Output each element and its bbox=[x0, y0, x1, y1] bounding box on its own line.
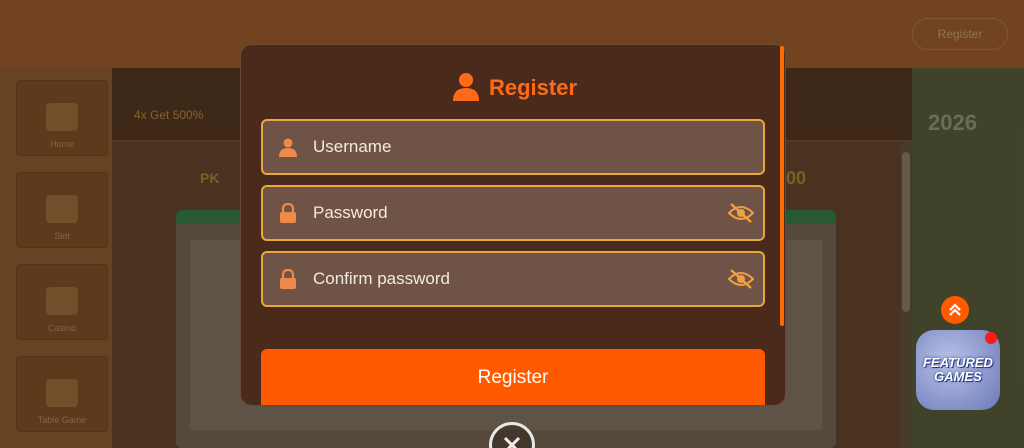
lock-icon bbox=[263, 203, 313, 223]
eye-slash-icon[interactable] bbox=[719, 269, 763, 289]
double-chevron-up-icon bbox=[949, 303, 961, 316]
scroll-to-top-button[interactable] bbox=[941, 296, 969, 324]
close-icon bbox=[503, 436, 521, 448]
register-modal: Register Register bbox=[240, 44, 786, 406]
password-field[interactable] bbox=[261, 185, 765, 241]
password-input[interactable] bbox=[313, 187, 719, 239]
modal-scrollbar[interactable] bbox=[780, 46, 784, 326]
confirm-password-field[interactable] bbox=[261, 251, 765, 307]
eye-slash-icon[interactable] bbox=[719, 203, 763, 223]
user-icon bbox=[451, 71, 481, 106]
modal-header: Register bbox=[241, 71, 785, 106]
featured-games-label: FEATURED GAMES bbox=[923, 355, 993, 384]
notification-dot bbox=[985, 332, 997, 344]
modal-title: Register bbox=[488, 75, 578, 100]
username-field[interactable] bbox=[261, 119, 765, 175]
username-input[interactable] bbox=[313, 121, 763, 173]
user-icon bbox=[263, 137, 313, 157]
register-submit-button[interactable]: Register bbox=[261, 349, 765, 405]
lock-icon bbox=[263, 269, 313, 289]
confirm-password-input[interactable] bbox=[313, 253, 719, 305]
